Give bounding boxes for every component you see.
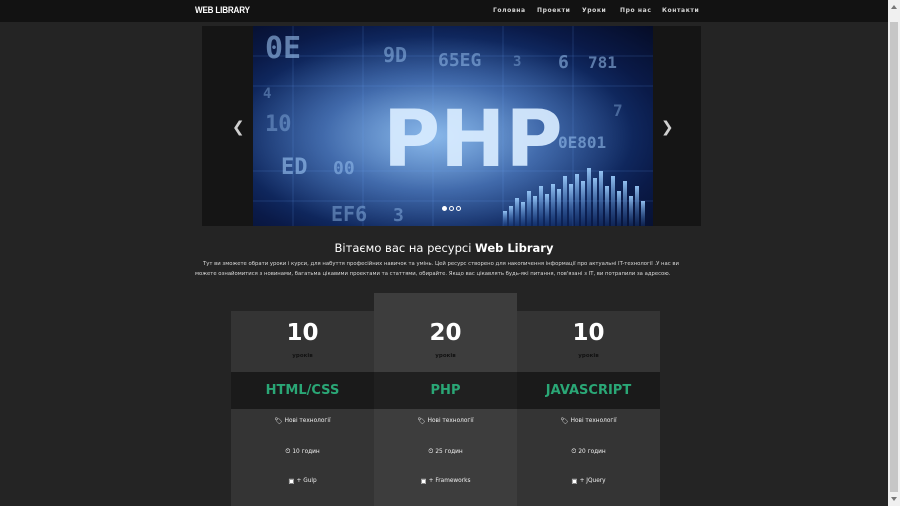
clock-icon: ⏲ <box>428 447 434 455</box>
bg-text: 65EG <box>438 50 481 71</box>
carousel-dot-2[interactable] <box>449 206 454 211</box>
carousel-dot-3[interactable] <box>456 206 461 211</box>
bg-text: EF6 <box>331 202 367 226</box>
clock-icon: ⏲ <box>285 447 291 455</box>
carousel-prev-icon[interactable]: ❮ <box>232 118 245 136</box>
bg-text: ED <box>281 155 308 180</box>
nav-item-home[interactable]: Головна <box>493 7 526 14</box>
php-banner-graphic: 0E 9D 65EG 6 781 10 ED 00 0E801 EF6 3 3 … <box>253 26 653 226</box>
welcome-title: Вітаємо вас на ресурсі Web Library <box>0 241 888 255</box>
carousel-slide-image: 0E 9D 65EG 6 781 10 ED 00 0E801 EF6 3 3 … <box>253 26 653 226</box>
welcome-text: Тут ви зможете обрати уроки і курси, для… <box>195 261 679 277</box>
feature-hours: ⏲ 20 годин <box>571 447 606 455</box>
welcome-title-prefix: Вітаємо вас на ресурсі <box>334 241 476 255</box>
course-card-html-css: 10 уроків HTML/CSS 🏷 Нові технології ⏲ 10 … <box>231 311 374 506</box>
tags-icon: 🏷 <box>274 417 283 425</box>
bg-text: 0E801 <box>558 133 606 152</box>
feature-tag: 🏷 Нові технології <box>274 417 331 425</box>
bg-text: 9D <box>383 43 407 67</box>
scroll-up-arrow-icon[interactable] <box>891 5 897 9</box>
scroll-thumb[interactable] <box>890 22 898 492</box>
slide-php-text: PHP <box>383 95 563 185</box>
bg-text: 7 <box>613 101 623 120</box>
feature-tag: 🏷 Нові технології <box>417 417 474 425</box>
tags-icon: 🏷 <box>417 417 426 425</box>
lesson-unit: уроків <box>292 353 313 359</box>
lesson-count: 10 <box>572 320 605 346</box>
scrollbar[interactable] <box>888 0 900 506</box>
lesson-count: 20 <box>429 320 462 346</box>
feature-hours: ⏲ 10 годин <box>285 447 320 455</box>
course-card-javascript: 10 уроків JAVASCRIPT 🏷 Нові технології ⏲ 2… <box>517 311 660 506</box>
bg-text: 4 <box>263 86 271 102</box>
navbar: WEB LIBRARY Головна Проекти Уроки Про на… <box>0 0 888 22</box>
scroll-down-arrow-icon[interactable] <box>891 497 897 501</box>
bg-text: 6 <box>558 52 569 73</box>
course-name: HTML/CSS <box>265 383 340 398</box>
carousel: ❮ 0E 9D 65EG 6 781 10 ED 00 0E801 EF6 3 … <box>202 26 701 226</box>
welcome-title-brand: Web Library <box>475 241 554 255</box>
bg-text: 781 <box>588 53 617 72</box>
feature-tag: 🏷 Нові технології <box>560 417 617 425</box>
course-name: PHP <box>430 383 461 398</box>
bg-text: 3 <box>513 54 521 70</box>
nav-item-about[interactable]: Про нас <box>620 7 651 14</box>
feature-extra: ▣ + JQuery <box>571 477 606 485</box>
clock-icon: ⏲ <box>571 447 577 455</box>
bg-text: 00 <box>333 158 355 179</box>
tags-icon: 🏷 <box>560 417 569 425</box>
lesson-count: 10 <box>286 320 319 346</box>
brand-logo[interactable]: WEB LIBRARY <box>195 5 250 16</box>
nav-item-lessons[interactable]: Уроки <box>582 7 606 14</box>
cube-icon: ▣ <box>288 477 295 485</box>
feature-extra: ▣ + Gulp <box>288 477 317 485</box>
cube-icon: ▣ <box>571 477 578 485</box>
bg-text: 3 <box>393 205 404 226</box>
carousel-next-icon[interactable]: ❯ <box>661 118 674 136</box>
lesson-unit: уроків <box>578 353 599 359</box>
carousel-dot-1[interactable] <box>442 206 447 211</box>
lesson-unit: уроків <box>435 353 456 359</box>
course-name: JAVASCRIPT <box>545 383 632 398</box>
bg-text: 10 <box>265 112 292 137</box>
bg-text: 0E <box>265 31 301 66</box>
feature-extra: ▣ + Frameworks <box>420 477 471 485</box>
feature-hours: ⏲ 25 годин <box>428 447 463 455</box>
cube-icon: ▣ <box>420 477 427 485</box>
nav-item-contacts[interactable]: Контакти <box>662 7 699 14</box>
carousel-indicators <box>442 206 461 211</box>
nav-item-projects[interactable]: Проекти <box>537 7 570 14</box>
course-card-php: 20 уроків PHP 🏷 Нові технології ⏲ 25 годин… <box>374 293 517 506</box>
